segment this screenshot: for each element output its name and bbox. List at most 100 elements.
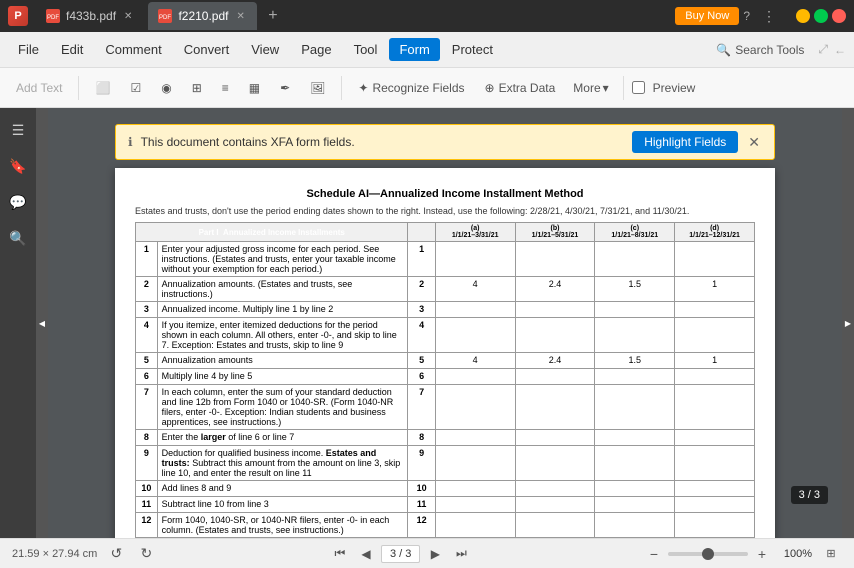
preview-checkbox[interactable] [632,81,645,94]
data-cell[interactable] [515,430,595,446]
menu-edit[interactable]: Edit [51,38,93,61]
data-cell[interactable] [435,538,515,539]
zoom-slider[interactable] [668,552,748,556]
data-cell[interactable]: 1.5 [595,353,675,369]
data-cell[interactable] [595,385,675,430]
signature-button[interactable]: ✒ [272,77,298,99]
close-button[interactable] [832,9,846,23]
data-cell[interactable]: 2.4 [515,277,595,302]
recognize-fields-button[interactable]: ✦ Recognize Fields [350,77,472,99]
rotate-left-button[interactable]: ↺ [105,543,127,565]
sidebar-icon-bookmark[interactable]: 🔖 [4,152,32,180]
data-cell[interactable] [675,446,755,481]
date-button[interactable]: ▦ [241,77,268,99]
data-cell[interactable] [515,481,595,497]
data-cell[interactable] [435,497,515,513]
data-cell[interactable] [515,446,595,481]
menu-comment[interactable]: Comment [95,38,171,61]
data-cell[interactable] [435,513,515,538]
more-button[interactable]: More ▾ [567,77,614,99]
data-cell[interactable] [595,369,675,385]
data-cell[interactable] [595,538,675,539]
right-sidebar-toggle[interactable]: ▶ [842,108,854,538]
sidebar-toggle[interactable]: ◀ [36,108,48,538]
zoom-out-button[interactable]: − [644,544,664,564]
data-cell[interactable] [435,481,515,497]
data-cell[interactable]: 4 [435,353,515,369]
menu-file[interactable]: File [8,38,49,61]
search-tools-button[interactable]: 🔍 Search Tools [708,39,812,61]
menu-page[interactable]: Page [291,38,341,61]
minimize-button[interactable] [796,9,810,23]
data-cell[interactable] [435,242,515,277]
checkbox-button[interactable]: ☑ [122,77,149,99]
last-page-button[interactable]: ⏭ [450,543,472,565]
data-cell[interactable]: 2.4 [515,353,595,369]
data-cell[interactable] [515,538,595,539]
expand-icon[interactable]: ⤢ [818,42,828,57]
data-cell[interactable]: 1 [675,277,755,302]
new-tab-button[interactable]: + [261,4,285,28]
data-cell[interactable] [675,369,755,385]
sidebar-icon-comment[interactable]: 💬 [4,188,32,216]
menu-tool[interactable]: Tool [344,38,388,61]
menu-convert[interactable]: Convert [174,38,240,61]
data-cell[interactable] [675,481,755,497]
preview-button[interactable]: Preview [632,81,696,95]
highlight-fields-button[interactable]: Highlight Fields [632,131,738,153]
data-cell[interactable] [515,369,595,385]
tab-f2210[interactable]: PDF f2210.pdf ✕ [148,2,256,30]
menu-form[interactable]: Form [389,38,439,61]
extra-data-button[interactable]: ⊕ Extra Data [477,77,564,99]
data-cell[interactable] [595,497,675,513]
add-text-button[interactable]: Add Text [8,77,70,99]
data-cell[interactable] [595,242,675,277]
fit-page-button[interactable]: ⊞ [820,543,842,565]
data-cell[interactable] [435,430,515,446]
data-cell[interactable] [595,513,675,538]
data-cell[interactable] [675,385,755,430]
back-icon[interactable]: ← [834,43,846,57]
list-button[interactable]: ≡ [214,77,237,99]
data-cell[interactable] [675,538,755,539]
menu-view[interactable]: View [241,38,289,61]
data-cell[interactable] [595,318,675,353]
data-cell[interactable]: 1.5 [595,277,675,302]
tab-f433b-close[interactable]: ✕ [122,9,134,24]
notification-close[interactable]: ✕ [746,132,762,153]
data-cell[interactable] [675,318,755,353]
data-cell[interactable] [435,369,515,385]
first-page-button[interactable]: ⏮ [329,543,351,565]
zoom-in-button[interactable]: + [752,544,772,564]
data-cell[interactable] [515,302,595,318]
radio-button[interactable]: ◉ [153,77,179,99]
data-cell[interactable] [675,513,755,538]
data-cell[interactable]: 4 [435,277,515,302]
data-cell[interactable] [515,497,595,513]
data-cell[interactable] [515,513,595,538]
data-cell[interactable] [595,446,675,481]
data-cell[interactable] [595,481,675,497]
maximize-button[interactable] [814,9,828,23]
textfield-button[interactable]: ⬜ [87,77,118,99]
data-cell[interactable] [515,318,595,353]
tab-f433b[interactable]: PDF f433b.pdf ✕ [36,2,144,30]
data-cell[interactable] [435,302,515,318]
data-cell[interactable] [675,302,755,318]
next-page-button[interactable]: ▶ [424,543,446,565]
page-indicator[interactable]: 3 / 3 [381,545,420,563]
data-cell[interactable] [435,446,515,481]
help-icon[interactable]: ? [743,9,750,23]
dropdown-button[interactable]: ⊞ [184,77,210,99]
data-cell[interactable] [595,302,675,318]
data-cell[interactable] [595,430,675,446]
data-cell[interactable] [675,242,755,277]
menu-protect[interactable]: Protect [442,38,503,61]
data-cell[interactable] [435,318,515,353]
sidebar-icon-search[interactable]: 🔍 [4,224,32,252]
data-cell[interactable]: 1 [675,353,755,369]
rotate-right-button[interactable]: ↻ [135,543,157,565]
data-cell[interactable] [675,497,755,513]
buy-now-button[interactable]: Buy Now [675,7,739,25]
options-icon[interactable]: ⋮ [756,6,782,27]
